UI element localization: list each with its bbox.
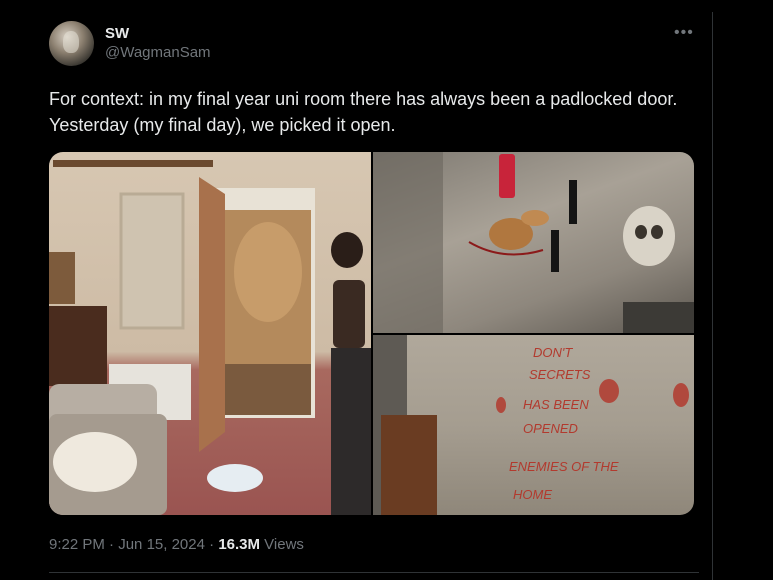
media-grid: DON'T SECRETS HAS BEEN OPENED ENEMIES OF… [49, 152, 694, 515]
room-illustration [49, 160, 371, 515]
tweet-header: SW @WagmanSam [49, 21, 211, 66]
wall-text-line2: SECRETS [529, 367, 591, 382]
column-divider [712, 12, 713, 580]
ritual-illustration [373, 152, 694, 333]
wall-text-line4: OPENED [523, 421, 578, 436]
wall-text-line3: HAS BEEN [523, 397, 589, 412]
tweet-meta: 9:22 PM · Jun 15, 2024 · 16.3M Views [49, 536, 304, 553]
wall-text-line6: HOME [513, 487, 552, 502]
views-count: 16.3M [218, 536, 261, 553]
tweet-date[interactable]: Jun 15, 2024 [118, 536, 205, 553]
meta-separator: · [104, 536, 119, 553]
wall-illustration: DON'T SECRETS HAS BEEN OPENED ENEMIES OF… [373, 335, 689, 515]
meta-separator: · [204, 536, 219, 553]
photo-room-door[interactable] [49, 152, 371, 515]
display-name[interactable]: SW [105, 25, 211, 44]
wall-text-line5: ENEMIES OF THE [509, 459, 619, 474]
handle[interactable]: @WagmanSam [105, 44, 211, 63]
author-names: SW @WagmanSam [105, 25, 211, 63]
avatar[interactable] [49, 21, 94, 66]
views-label: Views [260, 536, 304, 553]
tweet-text: For context: in my final year uni room t… [49, 89, 678, 135]
tweet-time[interactable]: 9:22 PM [49, 536, 105, 553]
more-icon[interactable]: ••• [674, 24, 694, 42]
bottom-divider [49, 572, 699, 573]
wall-text-line1: DON'T [533, 345, 573, 360]
photo-wall-writing[interactable]: DON'T SECRETS HAS BEEN OPENED ENEMIES OF… [373, 335, 694, 515]
photo-candles-skull[interactable] [373, 152, 694, 333]
